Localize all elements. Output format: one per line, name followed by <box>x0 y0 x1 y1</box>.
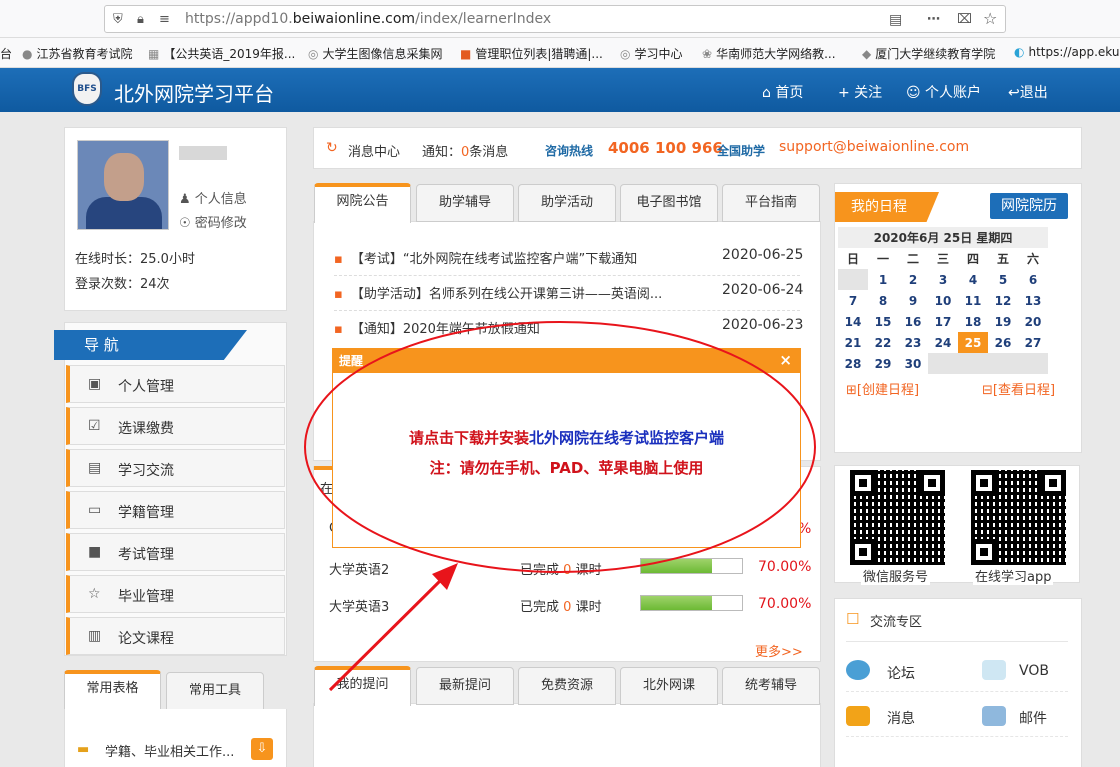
annotation-ellipse <box>304 321 816 573</box>
page: ⛨ 🔒︎ ≡ https://appd10.beiwaionline.com/i… <box>0 0 1120 767</box>
annotation-arrow <box>328 573 448 692</box>
annotation-overlay <box>304 321 816 692</box>
